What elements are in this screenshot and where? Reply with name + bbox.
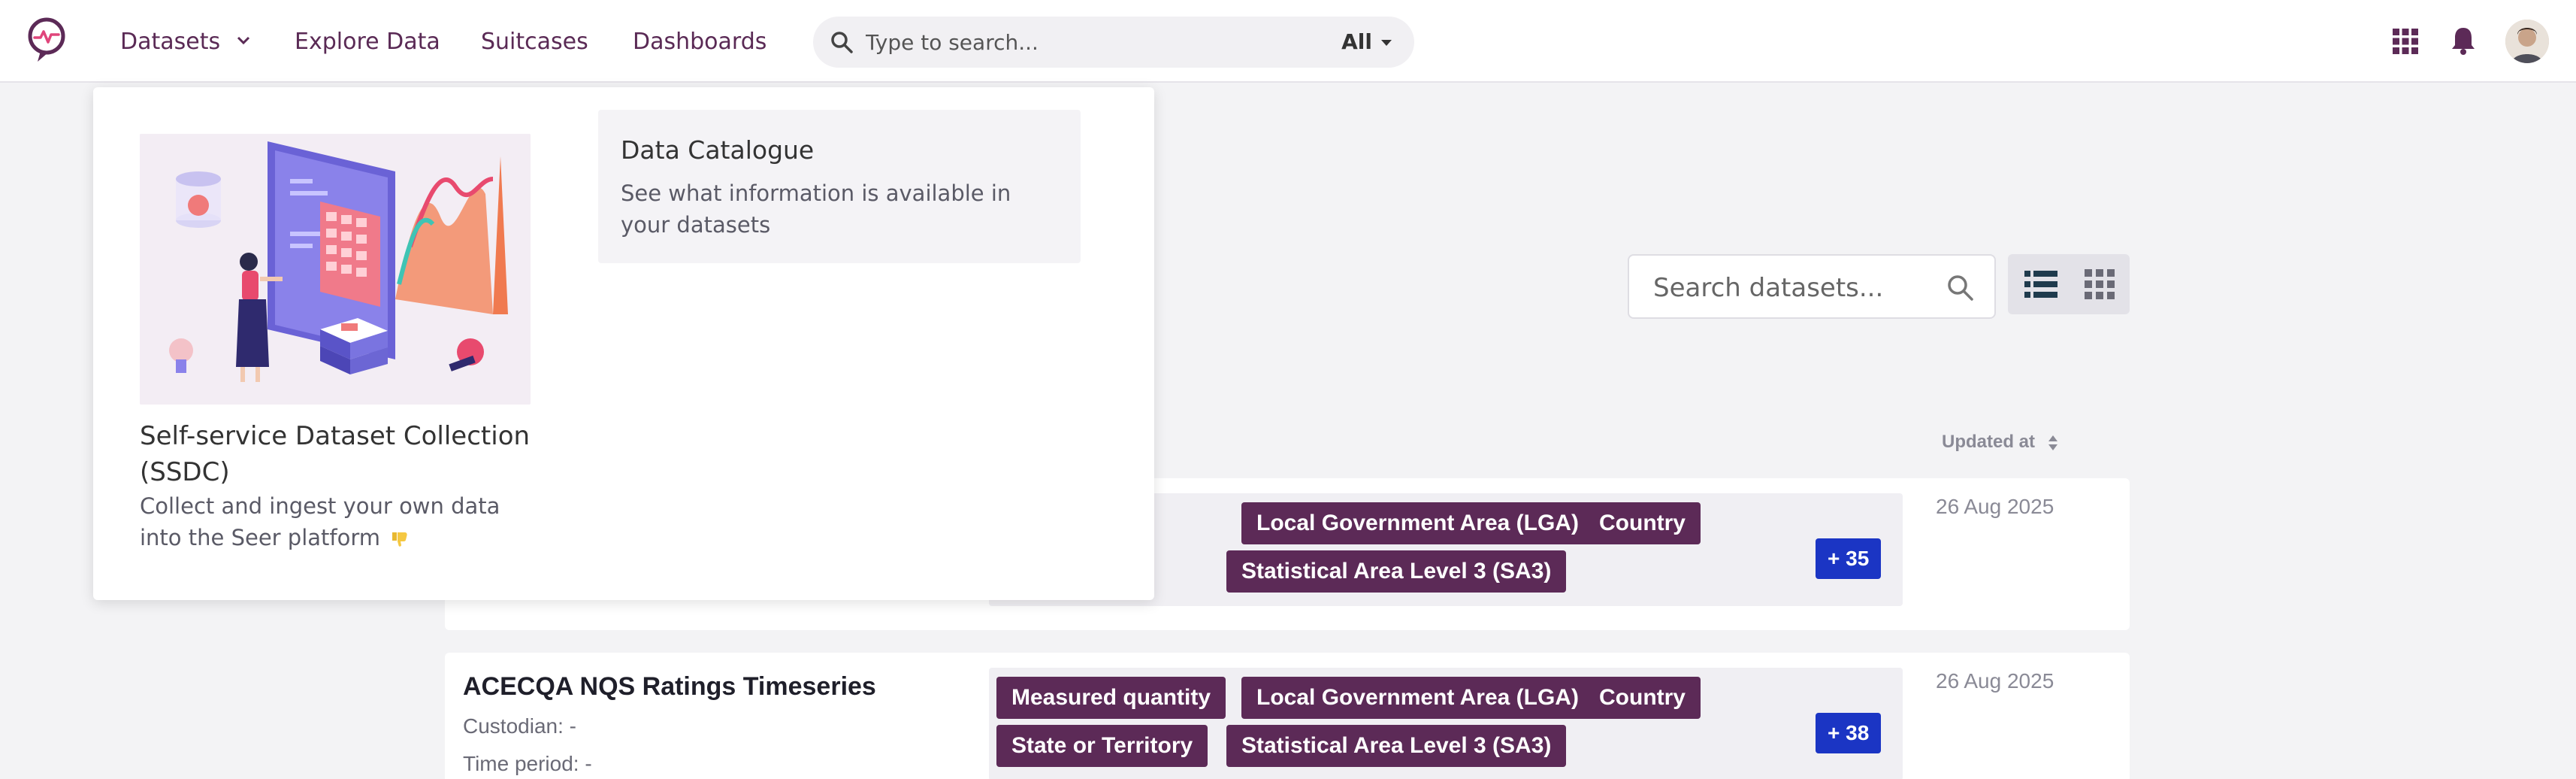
user-avatar[interactable] bbox=[2505, 20, 2549, 63]
caret-down-icon bbox=[1381, 40, 1392, 46]
updated-date: 26 Aug 2025 bbox=[1936, 495, 2054, 518]
dataset-time-period: Time period: - bbox=[463, 752, 592, 775]
bell-icon[interactable] bbox=[2450, 26, 2477, 56]
nav-datasets[interactable]: Datasets bbox=[120, 26, 250, 59]
tag-list: Measured quantity Local Government Area … bbox=[989, 668, 1903, 779]
chevron-down-icon bbox=[237, 36, 249, 44]
sort-icon bbox=[2048, 435, 2057, 450]
dataset-search bbox=[1628, 254, 1996, 319]
ssdc-description-text: Collect and ingest your own data into th… bbox=[140, 493, 500, 550]
dataset-custodian: Custodian: - bbox=[463, 714, 576, 738]
ssdc-description: Collect and ingest your own data into th… bbox=[140, 490, 531, 553]
more-tags-badge[interactable]: + 38 bbox=[1816, 713, 1882, 753]
tag: Statistical Area Level 3 (SA3) bbox=[1226, 550, 1567, 593]
grid-view-icon[interactable] bbox=[2085, 269, 2115, 299]
apps-grid-icon[interactable] bbox=[2393, 29, 2418, 54]
ssdc-illustration-image bbox=[140, 134, 531, 405]
dataset-title[interactable]: ACECQA NQS Ratings Timeseries bbox=[463, 672, 876, 702]
data-catalogue-item[interactable]: Data Catalogue See what information is a… bbox=[598, 110, 1081, 263]
tag: Statistical Area Level 3 (SA3) bbox=[1226, 725, 1567, 767]
tag: State or Territory bbox=[996, 725, 1208, 767]
ssdc-title[interactable]: Self-service Dataset Collection (SSDC) bbox=[140, 418, 531, 490]
list-view-icon[interactable] bbox=[2024, 269, 2057, 299]
tag: Local Government Area (LGA) bbox=[1241, 502, 1594, 544]
dataset-card[interactable]: ACECQA NQS Ratings Timeseries Custodian:… bbox=[445, 653, 2130, 779]
nav-explore-data[interactable]: Explore Data bbox=[295, 26, 440, 59]
search-icon[interactable] bbox=[1946, 274, 1975, 302]
global-search: All bbox=[813, 17, 1414, 68]
top-navigation-bar: Datasets Explore Data Suitcases Dashboar… bbox=[0, 0, 2576, 83]
tag: Measured quantity bbox=[996, 677, 1226, 719]
nav-datasets-label: Datasets bbox=[120, 29, 221, 55]
thumbs-down-icon bbox=[392, 532, 407, 547]
search-icon bbox=[831, 32, 853, 53]
more-tags-badge[interactable]: + 35 bbox=[1816, 538, 1882, 579]
column-header-updated-at[interactable]: Updated at bbox=[1942, 432, 2058, 453]
column-header-label: Updated at bbox=[1942, 432, 2036, 452]
tag: Country bbox=[1584, 502, 1701, 544]
ssdc-illustration[interactable] bbox=[140, 134, 531, 405]
tag: Local Government Area (LGA) bbox=[1241, 677, 1594, 719]
search-scope-select[interactable]: All bbox=[1341, 27, 1392, 57]
updated-date: 26 Aug 2025 bbox=[1936, 669, 2054, 693]
nav-suitcases[interactable]: Suitcases bbox=[481, 26, 588, 59]
nav-dashboards[interactable]: Dashboards bbox=[633, 26, 766, 59]
dataset-search-input[interactable] bbox=[1653, 269, 1931, 307]
tag: Country bbox=[1584, 677, 1701, 719]
search-scope-label: All bbox=[1341, 29, 1372, 54]
avatar-image bbox=[2505, 20, 2549, 63]
global-search-input[interactable] bbox=[866, 24, 1286, 60]
data-catalogue-description: See what information is available in you… bbox=[621, 180, 1011, 238]
view-toggle bbox=[2008, 254, 2130, 314]
data-catalogue-title: Data Catalogue bbox=[621, 135, 815, 165]
seer-logo-icon[interactable] bbox=[24, 14, 69, 66]
datasets-dropdown-menu: Self-service Dataset Collection (SSDC) C… bbox=[93, 87, 1154, 600]
